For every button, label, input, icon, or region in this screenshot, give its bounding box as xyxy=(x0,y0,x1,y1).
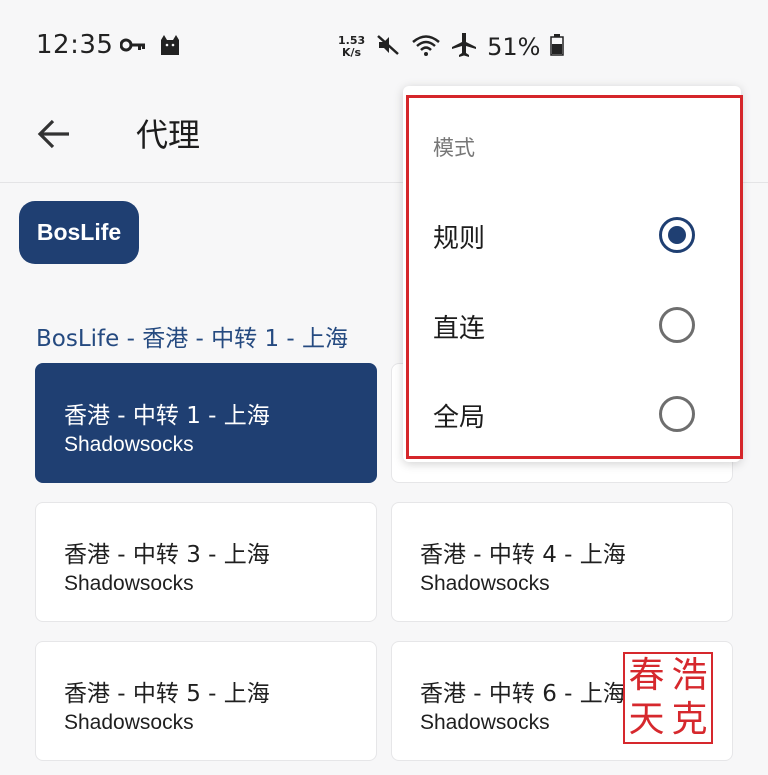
seal-char: 春 xyxy=(628,655,665,696)
proxy-type: Shadowsocks xyxy=(64,572,194,595)
mode-option-global[interactable]: 全局 xyxy=(403,369,741,459)
proxy-type: Shadowsocks xyxy=(64,433,194,456)
proxy-name: 香港 - 中转 1 - 上海 xyxy=(64,403,270,429)
page-title: 代理 xyxy=(136,116,201,154)
mode-menu-header: 模式 xyxy=(433,136,475,160)
mode-menu: 模式 规则 直连 全局 xyxy=(403,86,741,462)
proxy-type: Shadowsocks xyxy=(420,711,550,734)
mute-icon xyxy=(375,33,401,61)
proxy-name: 香港 - 中转 3 - 上海 xyxy=(64,542,270,568)
proxy-card[interactable]: 香港 - 中转 4 - 上海 Shadowsocks xyxy=(391,502,733,622)
proxy-card[interactable]: 香港 - 中转 3 - 上海 Shadowsocks xyxy=(35,502,377,622)
network-speed-unit: K/s xyxy=(342,46,362,59)
status-time: 12:35 xyxy=(36,30,114,60)
cat-icon xyxy=(158,34,182,60)
status-bar: 12:35 1.53 K/s 51% xyxy=(0,0,768,92)
mode-option-direct[interactable]: 直连 xyxy=(403,280,741,370)
seal-char: 浩 xyxy=(671,655,708,696)
back-arrow-icon xyxy=(37,119,71,153)
key-icon xyxy=(119,37,146,57)
mode-option-label: 直连 xyxy=(433,314,486,344)
proxy-name: 香港 - 中转 5 - 上海 xyxy=(64,681,270,707)
seal-char: 天 xyxy=(628,699,665,740)
radio-unchecked-icon[interactable] xyxy=(659,307,695,343)
mode-option-rule[interactable]: 规则 xyxy=(403,190,741,280)
proxy-card[interactable]: 香港 - 中转 1 - 上海 Shadowsocks xyxy=(35,363,377,483)
group-chip-boslife[interactable]: BosLife xyxy=(19,201,139,264)
watermark-seal: 春 浩 天 克 xyxy=(623,652,713,744)
current-proxy-label: BosLife - 香港 - 中转 1 - 上海 xyxy=(36,326,348,352)
proxy-type: Shadowsocks xyxy=(420,572,550,595)
radio-checked-icon[interactable] xyxy=(659,217,695,253)
network-speed: 1.53 K/s xyxy=(338,35,365,59)
wifi-icon xyxy=(411,33,441,61)
status-right-icons: 1.53 K/s 51% xyxy=(338,32,565,62)
group-chip-label: BosLife xyxy=(36,219,122,245)
seal-char: 克 xyxy=(671,699,708,740)
radio-unchecked-icon[interactable] xyxy=(659,396,695,432)
proxy-name: 香港 - 中转 4 - 上海 xyxy=(420,542,626,568)
mode-option-label: 规则 xyxy=(433,224,486,254)
battery-icon xyxy=(550,34,565,60)
status-left-icons xyxy=(119,34,182,60)
mode-option-label: 全局 xyxy=(433,403,486,433)
airplane-icon xyxy=(451,32,477,62)
proxy-type: Shadowsocks xyxy=(64,711,194,734)
proxy-name: 香港 - 中转 6 - 上海 xyxy=(420,681,626,707)
battery-percent: 51% xyxy=(487,33,541,61)
proxy-card[interactable]: 香港 - 中转 5 - 上海 Shadowsocks xyxy=(35,641,377,761)
back-button[interactable] xyxy=(30,112,78,160)
